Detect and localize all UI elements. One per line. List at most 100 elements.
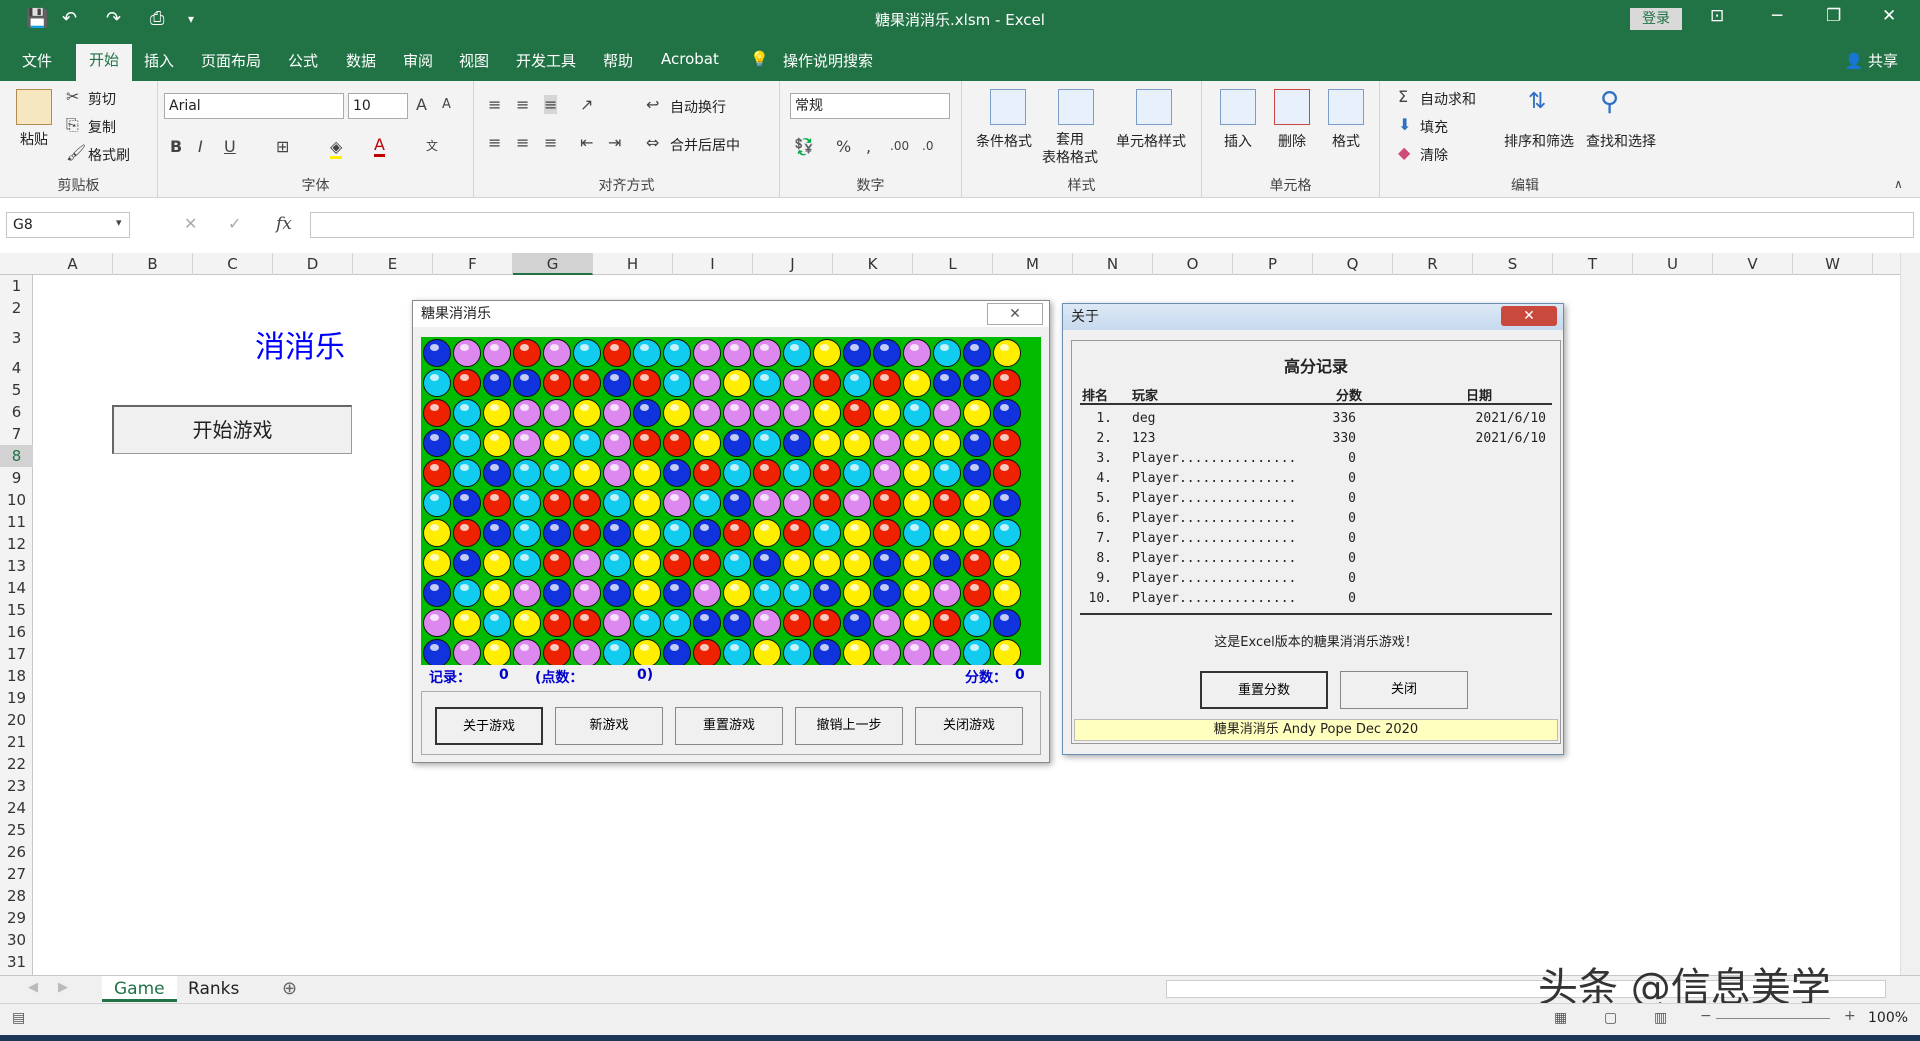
candy-ball[interactable] xyxy=(933,369,961,397)
align-bottom-icon[interactable]: ≡ xyxy=(544,95,558,114)
candy-ball[interactable] xyxy=(453,579,481,607)
candy-ball[interactable] xyxy=(573,399,601,427)
column-header[interactable]: P xyxy=(1233,253,1313,275)
percent-icon[interactable]: % xyxy=(836,137,851,156)
column-header[interactable]: K xyxy=(833,253,913,275)
conditional-format-button[interactable]: 条件格式 xyxy=(976,131,1032,151)
candy-ball[interactable] xyxy=(843,609,871,637)
candy-ball[interactable] xyxy=(843,639,871,665)
candy-ball[interactable] xyxy=(993,369,1021,397)
copy-button[interactable]: 复制 xyxy=(88,117,116,137)
candy-ball[interactable] xyxy=(933,339,961,367)
tab-scroll-right-icon[interactable]: ▶ xyxy=(58,980,68,995)
share-button[interactable]: 👤 共享 xyxy=(1845,50,1898,71)
italic-icon[interactable]: I xyxy=(198,137,203,156)
column-header[interactable]: G xyxy=(513,253,593,275)
column-header[interactable]: E xyxy=(353,253,433,275)
orientation-icon[interactable]: ↗ xyxy=(580,95,593,114)
candy-ball[interactable] xyxy=(843,339,871,367)
tab-insert[interactable]: 插入 xyxy=(144,50,174,71)
candy-ball[interactable] xyxy=(723,369,751,397)
candy-ball[interactable] xyxy=(633,399,661,427)
table-format-button[interactable]: 套用 表格格式 xyxy=(1042,131,1098,167)
candy-ball[interactable] xyxy=(543,399,571,427)
candy-ball[interactable] xyxy=(453,549,481,577)
row-header[interactable]: 4 xyxy=(0,357,33,379)
candy-ball[interactable] xyxy=(963,549,991,577)
candy-ball[interactable] xyxy=(993,519,1021,547)
column-header[interactable]: R xyxy=(1393,253,1473,275)
candy-ball[interactable] xyxy=(633,549,661,577)
row-header[interactable]: 22 xyxy=(0,753,33,775)
font-size-select[interactable]: 10 xyxy=(348,93,408,119)
candy-ball[interactable] xyxy=(573,369,601,397)
tab-layout[interactable]: 页面布局 xyxy=(201,50,261,71)
candy-ball[interactable] xyxy=(963,339,991,367)
row-header[interactable]: 29 xyxy=(0,907,33,929)
row-header[interactable]: 8 xyxy=(0,445,33,467)
row-header[interactable]: 5 xyxy=(0,379,33,401)
candy-ball[interactable] xyxy=(663,639,691,665)
candy-ball[interactable] xyxy=(483,549,511,577)
candy-ball[interactable] xyxy=(423,429,451,457)
sort-filter-button[interactable]: 排序和筛选 xyxy=(1504,131,1574,151)
candy-ball[interactable] xyxy=(453,339,481,367)
candy-ball[interactable] xyxy=(603,609,631,637)
candy-ball[interactable] xyxy=(723,429,751,457)
row-header[interactable]: 12 xyxy=(0,533,33,555)
candy-ball[interactable] xyxy=(543,339,571,367)
insert-cells-button[interactable]: 插入 xyxy=(1224,131,1252,151)
candy-ball[interactable] xyxy=(753,459,781,487)
align-top-icon[interactable]: ≡ xyxy=(488,95,501,114)
column-header[interactable]: O xyxy=(1153,253,1233,275)
candy-ball[interactable] xyxy=(513,459,541,487)
candy-ball[interactable] xyxy=(513,519,541,547)
candy-ball[interactable] xyxy=(573,519,601,547)
candy-ball[interactable] xyxy=(723,339,751,367)
candy-ball[interactable] xyxy=(903,549,931,577)
candy-ball[interactable] xyxy=(513,339,541,367)
candy-ball[interactable] xyxy=(903,399,931,427)
column-header[interactable]: L xyxy=(913,253,993,275)
candy-ball[interactable] xyxy=(693,579,721,607)
increase-decimal-icon[interactable]: .00 xyxy=(890,139,909,153)
candy-ball[interactable] xyxy=(423,609,451,637)
row-header[interactable]: 10 xyxy=(0,489,33,511)
vertical-scrollbar[interactable] xyxy=(1900,253,1920,975)
about-game-button[interactable]: 关于游戏 xyxy=(435,707,543,745)
page-break-icon[interactable]: ▥ xyxy=(1654,1010,1667,1026)
row-header[interactable]: 18 xyxy=(0,665,33,687)
tab-home[interactable]: 开始 xyxy=(76,44,132,81)
candy-ball[interactable] xyxy=(873,369,901,397)
candy-ball[interactable] xyxy=(543,519,571,547)
align-left-icon[interactable]: ≡ xyxy=(488,133,501,152)
close-game-button[interactable]: 关闭游戏 xyxy=(915,707,1023,745)
candy-ball[interactable] xyxy=(753,429,781,457)
candy-ball[interactable] xyxy=(633,519,661,547)
candy-ball[interactable] xyxy=(783,639,811,665)
candy-ball[interactable] xyxy=(813,579,841,607)
candy-ball[interactable] xyxy=(903,609,931,637)
candy-ball[interactable] xyxy=(483,609,511,637)
candy-ball[interactable] xyxy=(933,639,961,665)
decrease-decimal-icon[interactable]: .0 xyxy=(922,139,933,153)
number-format-select[interactable]: 常规 xyxy=(790,93,950,119)
candy-ball[interactable] xyxy=(543,549,571,577)
candy-ball[interactable] xyxy=(453,489,481,517)
sheet-tab-ranks[interactable]: Ranks xyxy=(176,976,251,1002)
candy-ball[interactable] xyxy=(723,639,751,665)
candy-ball[interactable] xyxy=(993,609,1021,637)
candy-ball[interactable] xyxy=(903,489,931,517)
candy-ball[interactable] xyxy=(753,579,781,607)
candy-ball[interactable] xyxy=(843,459,871,487)
zoom-slider[interactable] xyxy=(1716,1018,1830,1019)
candy-ball[interactable] xyxy=(693,339,721,367)
candy-ball[interactable] xyxy=(873,429,901,457)
candy-ball[interactable] xyxy=(813,339,841,367)
candy-ball[interactable] xyxy=(603,519,631,547)
fill-button[interactable]: 填充 xyxy=(1420,117,1448,137)
candy-ball[interactable] xyxy=(603,369,631,397)
candy-ball[interactable] xyxy=(963,639,991,665)
candy-ball[interactable] xyxy=(513,399,541,427)
candy-ball[interactable] xyxy=(873,489,901,517)
